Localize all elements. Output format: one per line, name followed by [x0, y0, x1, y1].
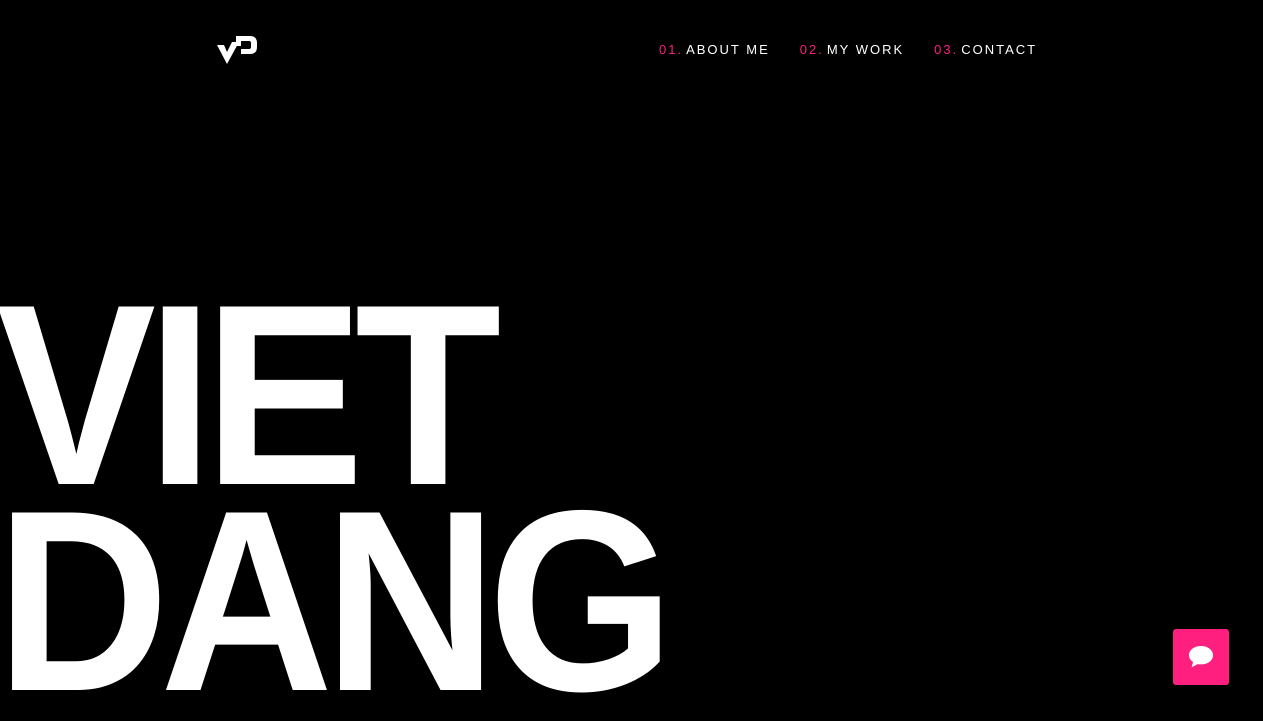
- nav-item-my-work[interactable]: 02. MY WORK: [800, 42, 904, 57]
- nav-item-number: 02.: [799, 42, 824, 57]
- nav-item-about-me[interactable]: 01. ABOUT ME: [659, 42, 770, 57]
- nav-item-number: 03.: [934, 42, 959, 57]
- logo-icon[interactable]: [214, 30, 260, 68]
- hero-title-line-2: DANG: [0, 456, 675, 721]
- nav-item-contact[interactable]: 03. CONTACT: [934, 42, 1037, 57]
- nav-item-label: MY WORK: [826, 42, 905, 57]
- chat-button[interactable]: [1173, 629, 1229, 685]
- main-nav: 01. ABOUT ME 02. MY WORK 03. CONTACT: [659, 42, 1037, 57]
- nav-item-number: 01.: [659, 42, 684, 57]
- nav-item-label: ABOUT ME: [686, 42, 770, 57]
- hero-title: VIET DANG: [0, 266, 716, 721]
- nav-item-label: CONTACT: [961, 42, 1038, 57]
- chat-bubble-icon: [1189, 646, 1213, 668]
